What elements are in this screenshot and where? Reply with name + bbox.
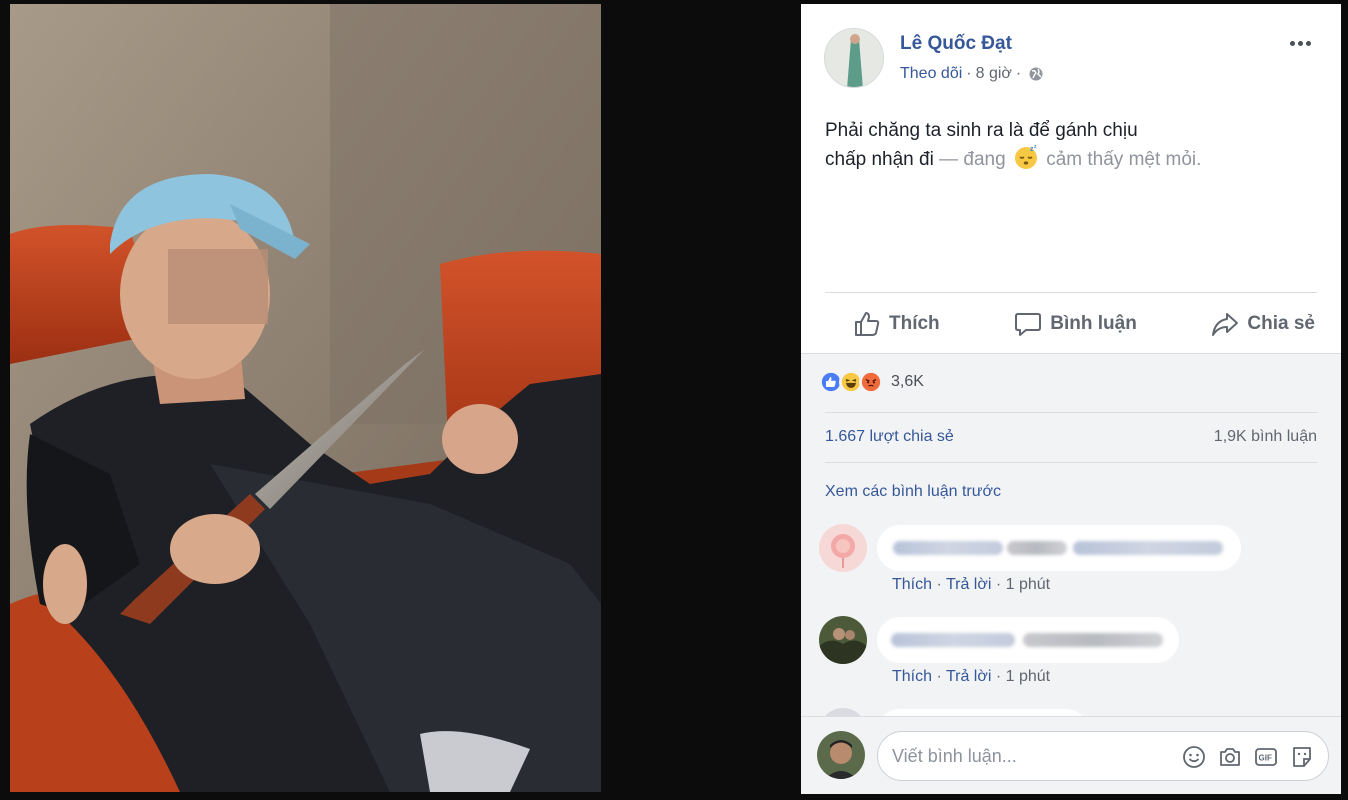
post-text-line2: chấp nhận đi — đang zz cảm thấy mệt mỏi.	[825, 144, 1202, 170]
comment-count[interactable]: 1,9K bình luận	[1214, 428, 1317, 446]
comment-reply-link[interactable]: Trả lời	[946, 576, 991, 593]
post-meta: Theo dõi · 8 giờ ·	[900, 65, 1043, 83]
comment-actions: Thích · Trả lời · 1 phút	[892, 576, 1051, 593]
reaction-count[interactable]: 3,6K	[891, 373, 924, 391]
camera-icon[interactable]	[1218, 745, 1242, 769]
comment-like-link[interactable]: Thích	[892, 668, 932, 685]
post-stats: 1.667 lượt chia sẻ 1,9K bình luận	[825, 428, 1317, 446]
share-button[interactable]: Chia sẻ	[1209, 310, 1317, 338]
comment-bubble-blurred	[877, 617, 1179, 663]
author-avatar[interactable]	[824, 28, 884, 88]
commenter-avatar[interactable]	[819, 616, 867, 664]
comment-reply-link[interactable]: Trả lời	[946, 668, 991, 685]
post-body: Phải chăng ta sinh ra là để gánh chịu ch…	[825, 117, 1325, 173]
author-name[interactable]: Lê Quốc Đạt	[900, 33, 1012, 55]
view-previous-comments[interactable]: Xem các bình luận trước	[825, 483, 1001, 501]
post-time[interactable]: 8 giờ	[976, 65, 1012, 83]
commenter-avatar[interactable]	[819, 524, 867, 572]
comment-input[interactable]	[892, 742, 1172, 770]
feeling-label[interactable]: cảm thấy mệt mỏi.	[1046, 149, 1201, 170]
divider	[825, 462, 1317, 463]
follow-link[interactable]: Theo dõi	[900, 65, 962, 83]
divider	[825, 412, 1317, 413]
post-panel: Lê Quốc Đạt Theo dõi · 8 giờ · Phải chăn…	[801, 4, 1341, 794]
svg-text:z: z	[1034, 144, 1037, 150]
comment-bubble-blurred	[877, 525, 1241, 571]
reaction-summary[interactable]: 3,6K	[819, 370, 924, 394]
share-count[interactable]: 1.667 lượt chia sẻ	[825, 428, 954, 446]
comment-actions: Thích · Trả lời · 1 phút	[892, 668, 1051, 685]
comment-time[interactable]: 1 phút	[1006, 576, 1050, 593]
photo-viewer	[0, 0, 800, 800]
post-header: Lê Quốc Đạt Theo dõi · 8 giờ ·	[801, 4, 1341, 94]
meta-separator: ·	[966, 65, 972, 82]
composer-tools: GIF	[1182, 745, 1314, 769]
emoji-icon[interactable]	[1182, 745, 1206, 769]
more-options-button[interactable]	[1287, 36, 1313, 50]
like-icon	[855, 312, 880, 336]
post-actions: Thích Bình luận Chia sẻ	[825, 302, 1317, 346]
svg-text:GIF: GIF	[1259, 754, 1272, 763]
comment-composer: GIF	[801, 716, 1341, 794]
sticker-icon[interactable]	[1290, 745, 1314, 769]
sleepy-emoji: zz	[1013, 144, 1039, 170]
angry-reaction-icon	[859, 370, 883, 394]
post-photo[interactable]	[10, 4, 601, 792]
meta-separator: ·	[1015, 65, 1022, 82]
post-text-line1: Phải chăng ta sinh ra là để gánh chịu	[825, 120, 1138, 141]
comment-time[interactable]: 1 phút	[1006, 668, 1050, 685]
divider	[825, 292, 1317, 293]
gif-icon[interactable]: GIF	[1254, 745, 1278, 769]
my-avatar[interactable]	[817, 731, 865, 779]
comment-button[interactable]: Bình luận	[1012, 310, 1139, 338]
like-button[interactable]: Thích	[851, 310, 942, 338]
globe-icon[interactable]	[1029, 67, 1043, 81]
feeling-prefix: — đang	[939, 149, 1006, 170]
comment-like-link[interactable]: Thích	[892, 576, 932, 593]
more-icon	[1289, 40, 1295, 46]
share-icon	[1212, 313, 1239, 336]
comment-input-box[interactable]: GIF	[877, 731, 1329, 781]
comment-icon	[1015, 313, 1042, 336]
